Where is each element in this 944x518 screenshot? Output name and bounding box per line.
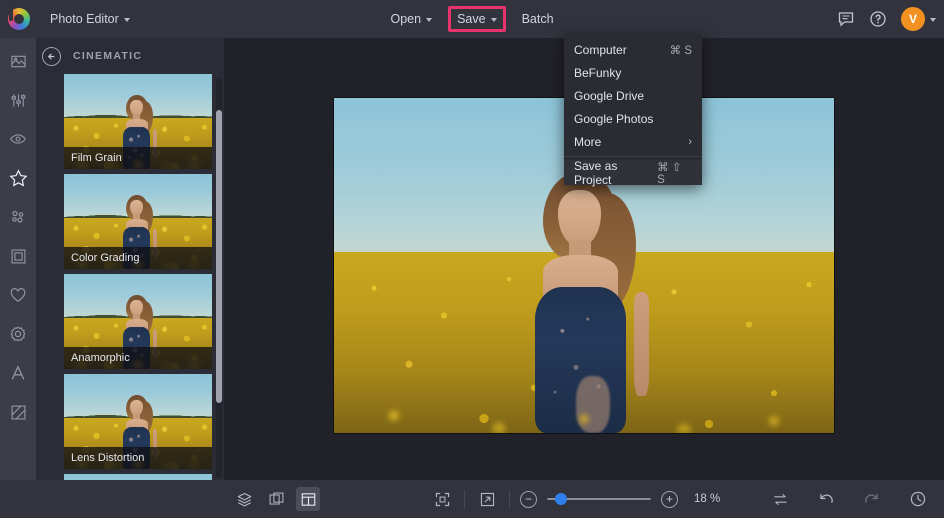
sidebar-item-artsy[interactable] [7, 206, 29, 228]
menu-item-label: More [574, 135, 601, 149]
layers-icon[interactable] [232, 487, 256, 511]
page-title: CINEMATIC [73, 50, 142, 62]
sidebar-item-text[interactable] [7, 362, 29, 384]
chevron-down-icon [426, 18, 432, 22]
zoom-controls: − + 18 % [430, 487, 720, 511]
menu-item-label: Google Photos [574, 112, 653, 126]
toolbar-divider [464, 490, 465, 508]
zoom-slider-handle[interactable] [555, 493, 567, 505]
list-item[interactable]: Lens Distortion [64, 374, 212, 469]
sidebar-item-textures[interactable] [7, 401, 29, 423]
menu-item-google-photos[interactable]: Google Photos [564, 107, 702, 130]
feedback-chat-icon[interactable] [837, 10, 855, 28]
history-clock-icon[interactable] [906, 487, 930, 511]
main-menu-group: Open Save Batch [0, 6, 944, 32]
undo-icon[interactable] [814, 487, 838, 511]
redo-icon[interactable] [860, 487, 884, 511]
menu-item-label: Save as Project [574, 159, 657, 187]
chevron-down-icon [491, 18, 497, 22]
list-item[interactable]: Color Grading [64, 174, 212, 269]
chevron-right-icon: › [688, 136, 692, 148]
sidebar-item-image[interactable] [7, 50, 29, 72]
sidebar-item-frames[interactable] [7, 245, 29, 267]
back-arrow-circle-icon[interactable] [42, 47, 61, 66]
menu-item-label: Google Drive [574, 89, 644, 103]
zoom-out-button[interactable]: − [520, 491, 537, 508]
zoom-slider[interactable] [547, 492, 651, 506]
list-item-label: Anamorphic [64, 347, 212, 369]
save-dropdown-menu: Computer ⌘ S BeFunky Google Drive Google… [564, 34, 702, 185]
list-item[interactable]: Film Grain [64, 74, 212, 169]
effects-panel: CINEMATIC Film Grain [36, 38, 224, 480]
chevron-down-icon [124, 18, 130, 22]
sidebar-item-effects[interactable] [7, 167, 29, 189]
batch-menu-button[interactable]: Batch [512, 6, 564, 32]
open-menu-label: Open [390, 12, 421, 26]
menu-item-more[interactable]: More › [564, 130, 702, 153]
menu-item-computer[interactable]: Computer ⌘ S [564, 38, 702, 61]
app-switcher-label: Photo Editor [50, 12, 119, 26]
menu-item-befunky[interactable]: BeFunky [564, 61, 702, 84]
compare-swap-icon[interactable] [768, 487, 792, 511]
menu-item-google-drive[interactable]: Google Drive [564, 84, 702, 107]
sidebar-item-touchup[interactable] [7, 128, 29, 150]
photo-editor-app: Photo Editor Open Save Batch [0, 0, 944, 518]
menu-item-shortcut: ⌘ ⇧ S [657, 160, 692, 186]
sidebar-item-overlays[interactable] [7, 323, 29, 345]
toolbar-divider [509, 490, 510, 508]
bottom-right-tools [768, 487, 930, 511]
sidebar-item-graphics[interactable] [7, 284, 29, 306]
panel-layout-icon[interactable] [296, 487, 320, 511]
expand-fullscreen-icon[interactable] [475, 487, 499, 511]
menu-item-label: Computer [574, 43, 627, 57]
top-bar: Photo Editor Open Save Batch [0, 0, 944, 38]
chevron-down-icon[interactable] [930, 18, 936, 22]
effect-thumbnail-list: Film Grain Color Grading [64, 74, 224, 480]
help-circle-icon[interactable] [869, 10, 887, 28]
save-menu-label: Save [457, 12, 486, 26]
bottom-left-tools [232, 487, 320, 511]
menu-item-shortcut: ⌘ S [670, 43, 692, 57]
crop-overlay-icon[interactable] [264, 487, 288, 511]
sidebar-item-edit[interactable] [7, 89, 29, 111]
batch-menu-label: Batch [522, 12, 554, 26]
open-menu-button[interactable]: Open [380, 6, 442, 32]
menu-divider [564, 156, 702, 157]
list-item-label: Film Grain [64, 147, 212, 169]
fit-to-screen-icon[interactable] [430, 487, 454, 511]
befunky-logo-icon[interactable] [8, 8, 30, 30]
save-menu-button[interactable]: Save [448, 6, 506, 32]
list-item-label: Color Grading [64, 247, 212, 269]
menu-item-label: BeFunky [574, 66, 621, 80]
menu-item-save-as-project[interactable]: Save as Project ⌘ ⇧ S [564, 160, 702, 185]
list-item-label: Lens Distortion [64, 447, 212, 469]
tool-rail [0, 38, 36, 518]
top-right-tools: V [837, 0, 936, 38]
bottom-bar: − + 18 % [0, 480, 944, 518]
zoom-in-button[interactable]: + [661, 491, 678, 508]
list-item[interactable]: Anamorphic [64, 274, 212, 369]
app-switcher-button[interactable]: Photo Editor [40, 6, 140, 32]
photo-foreground-blur [334, 346, 834, 433]
zoom-level-value: 18 % [694, 493, 720, 505]
avatar[interactable]: V [901, 7, 925, 31]
panel-header: CINEMATIC [36, 38, 224, 74]
